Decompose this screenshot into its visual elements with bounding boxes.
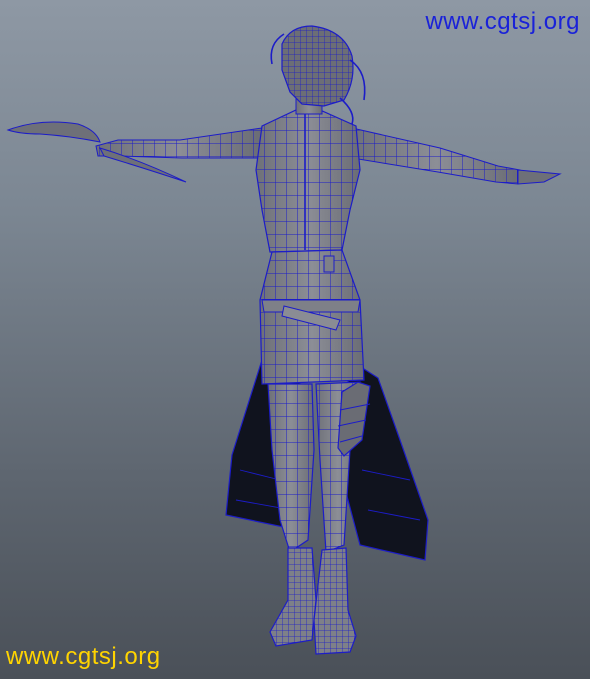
head-mesh xyxy=(270,25,366,125)
skirt-mesh xyxy=(259,249,365,385)
viewport-3d[interactable]: www.cgtsj.org www.cgtsj.org xyxy=(0,0,590,679)
torso-mesh xyxy=(255,109,361,253)
left-arm-mesh xyxy=(6,121,263,183)
watermark-top: www.cgtsj.org xyxy=(425,8,580,35)
wireframe-character-model-icon xyxy=(6,25,562,655)
right-arm-mesh xyxy=(351,127,562,185)
boots-mesh xyxy=(269,547,357,655)
watermark-bottom: www.cgtsj.org xyxy=(6,643,161,670)
